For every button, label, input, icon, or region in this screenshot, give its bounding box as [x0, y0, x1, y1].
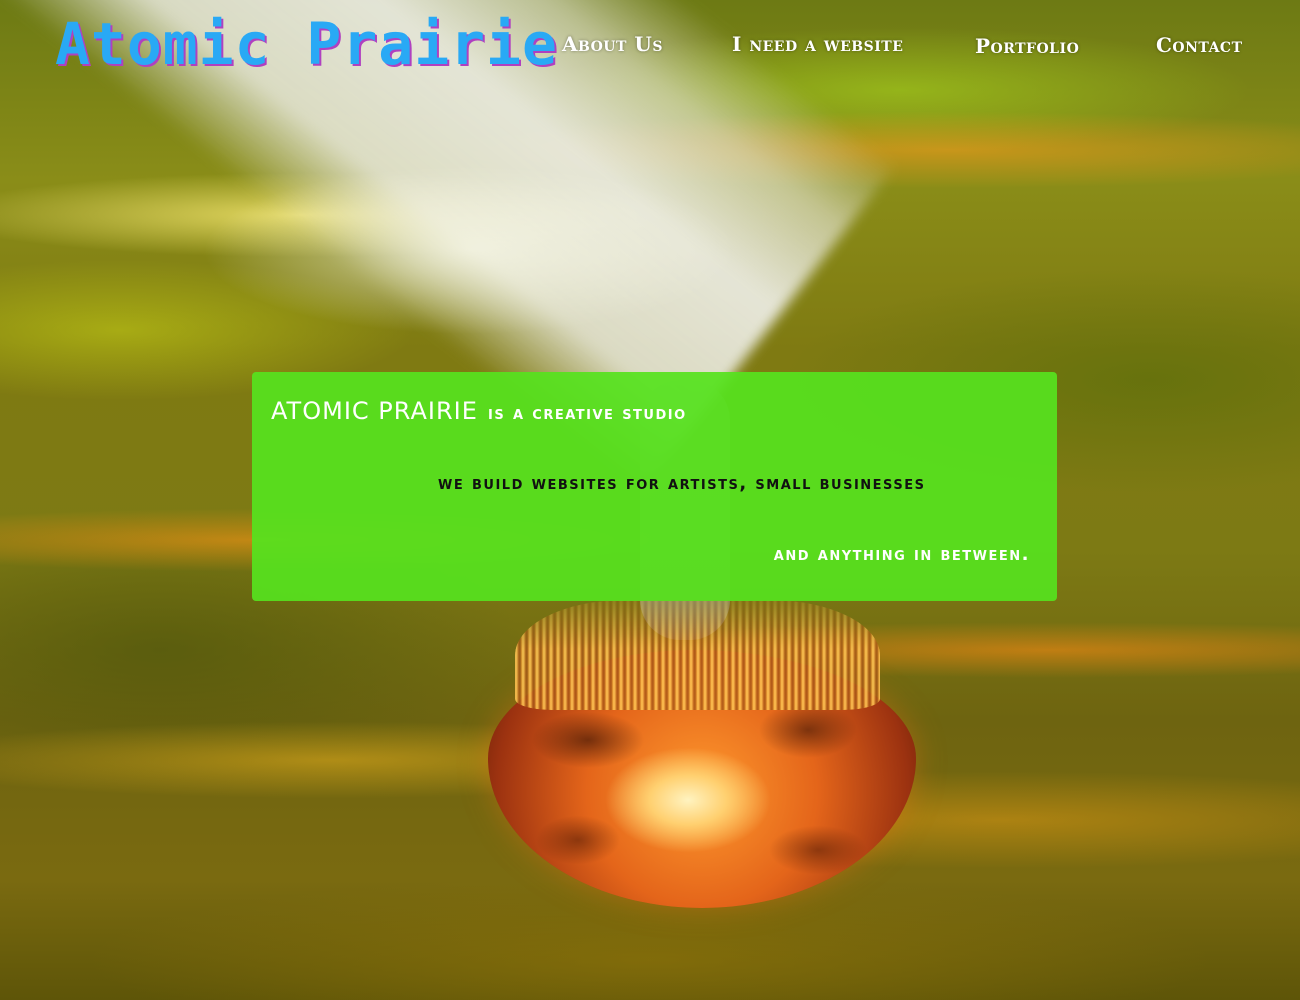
hero-tagline: is a creative studio — [488, 403, 687, 424]
hero-description-end: and anything in between. — [773, 544, 1030, 565]
hero-description: we build websites for artists, small bus… — [438, 473, 926, 494]
nav-about-us[interactable]: About Us — [562, 30, 663, 58]
nav-i-need-a-website[interactable]: I need a website — [732, 30, 903, 58]
nav-portfolio[interactable]: Portfolio — [975, 32, 1079, 60]
nav-contact[interactable]: Contact — [1156, 31, 1243, 59]
hero-panel: ATOMIC PRAIRIE is a creative studio we b… — [252, 372, 1057, 601]
burning-grass-image — [515, 600, 880, 710]
hero-brand-name: ATOMIC PRAIRIE — [271, 397, 478, 425]
site-logo[interactable]: Atomic Prairie — [55, 12, 558, 76]
